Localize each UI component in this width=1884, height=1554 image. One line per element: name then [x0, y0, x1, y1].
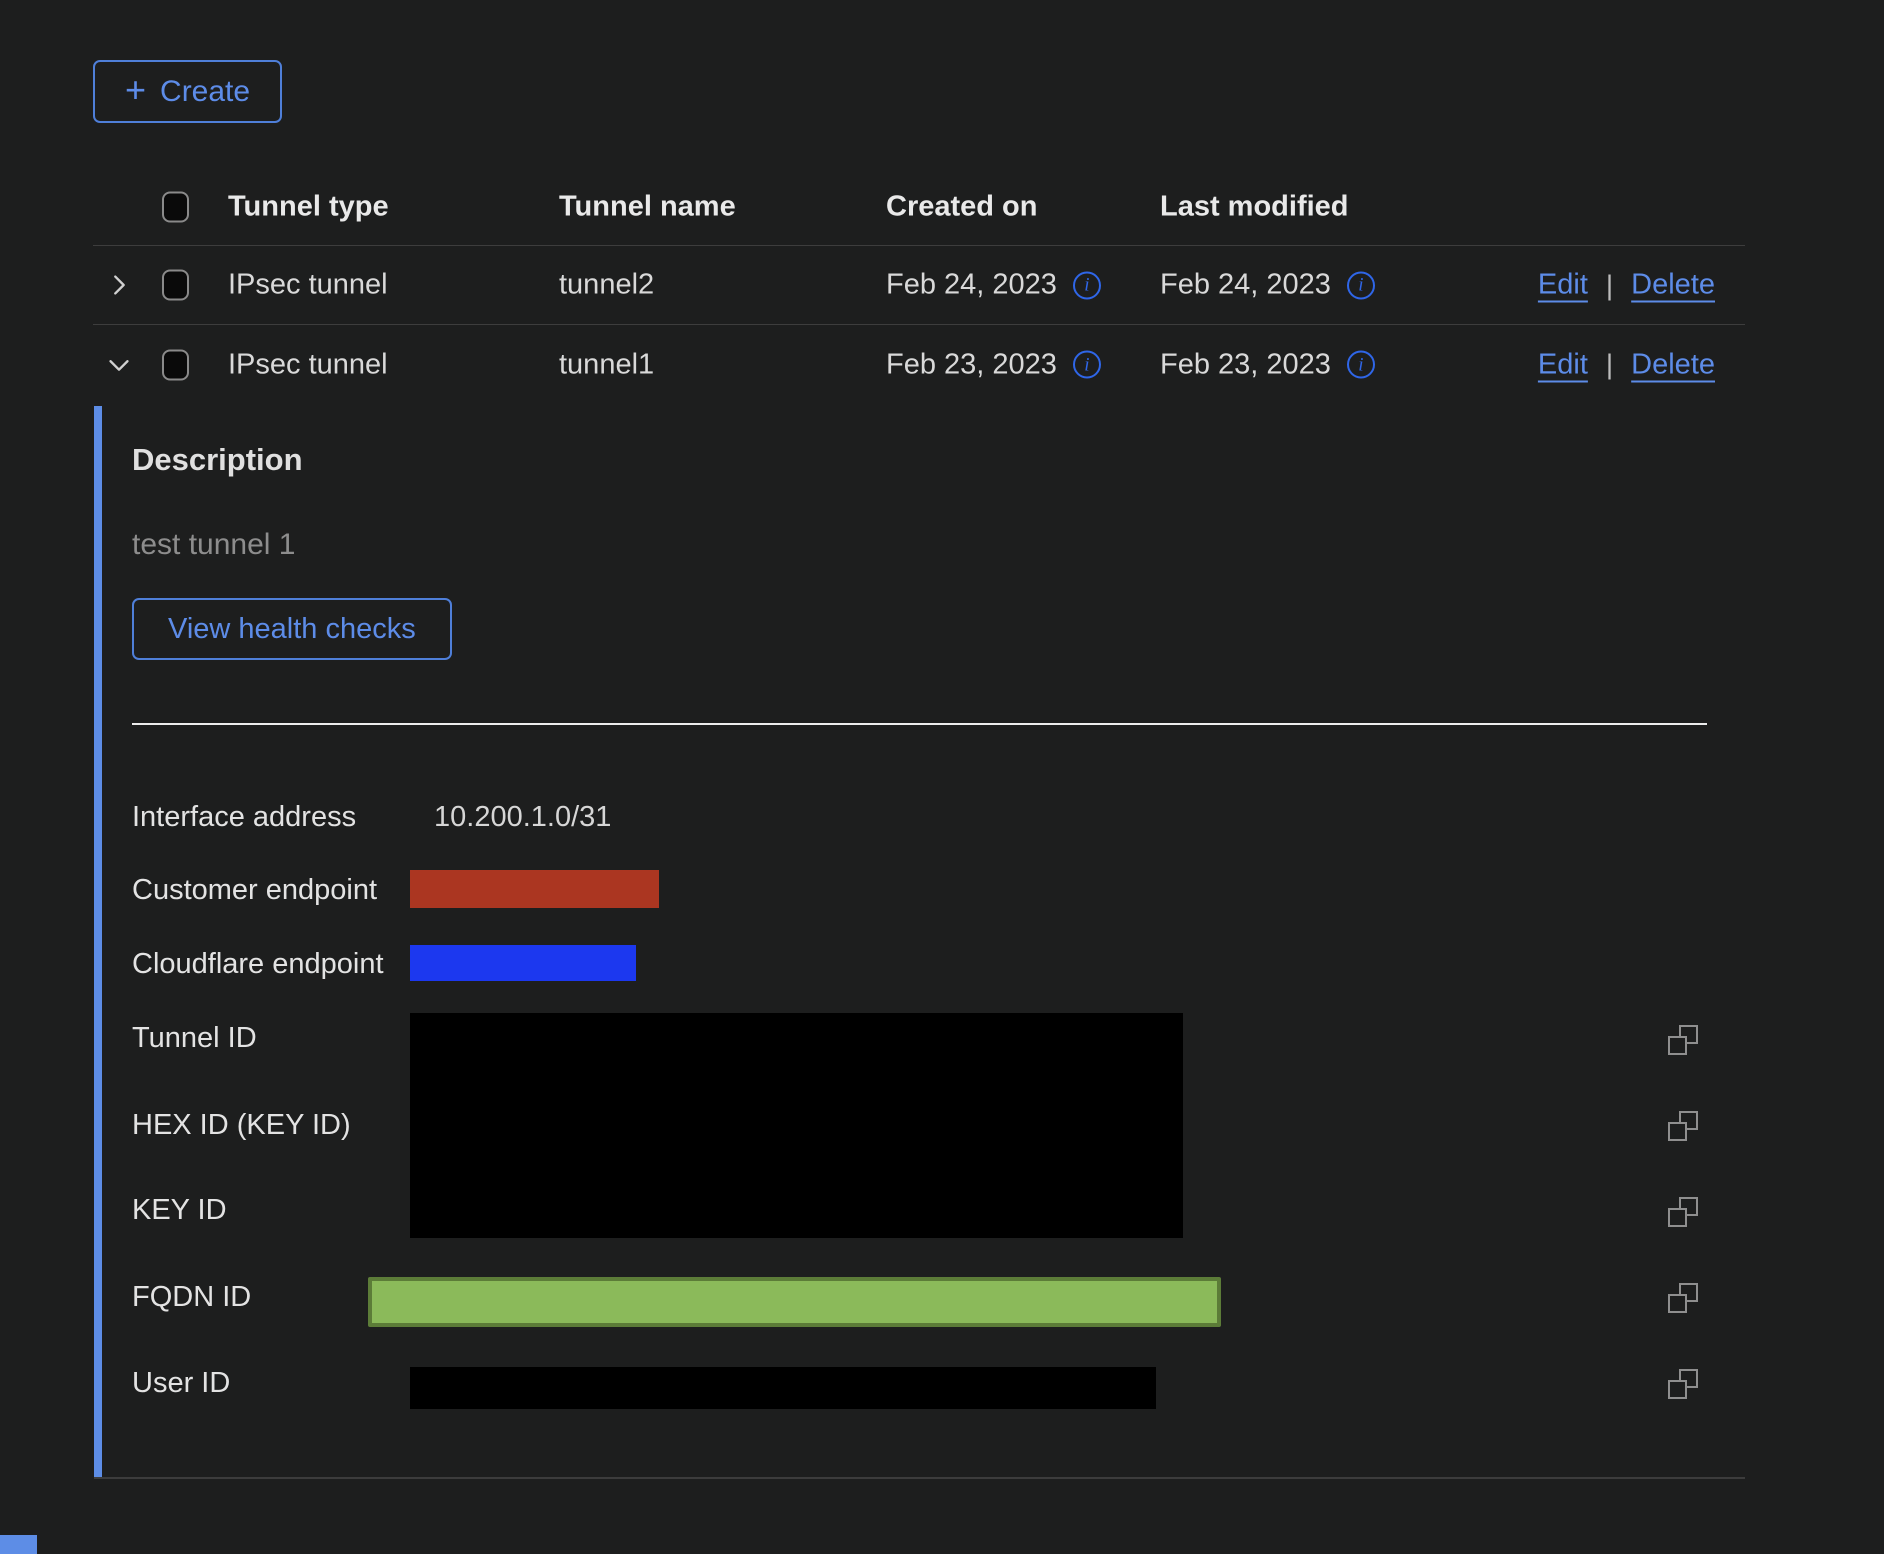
tunnel-id-label: Tunnel ID [132, 1022, 257, 1055]
expanded-row-indicator-bar [94, 406, 102, 1478]
tunnel-ids-redaction [410, 1013, 1183, 1238]
key-id-label: KEY ID [132, 1194, 227, 1227]
table-bottom-divider [94, 1477, 1745, 1479]
fqdn-id-redaction [368, 1277, 1221, 1327]
interface-address-label: Interface address [132, 801, 356, 834]
customer-endpoint-label: Customer endpoint [132, 874, 377, 907]
copy-icon-front [1668, 1294, 1687, 1313]
header-created-on: Created on [886, 190, 1037, 223]
chevron-down-icon[interactable] [101, 350, 137, 380]
tunnel-name-cell: tunnel1 [559, 348, 654, 381]
select-all-checkbox[interactable] [162, 191, 189, 222]
view-health-checks-label: View health checks [168, 613, 416, 646]
clipped-blue-element [0, 1535, 37, 1554]
last-modified-value: Feb 24, 2023 [1160, 269, 1331, 302]
row-checkbox[interactable] [162, 349, 189, 380]
copy-icon[interactable] [1668, 1025, 1698, 1055]
copy-icon-front [1668, 1380, 1687, 1399]
table-row: IPsec tunnel tunnel1 Feb 23, 2023 i Feb … [93, 325, 1745, 404]
info-icon[interactable]: i [1347, 271, 1375, 299]
hex-id-label: HEX ID (KEY ID) [132, 1109, 351, 1142]
copy-icon[interactable] [1668, 1369, 1698, 1399]
view-health-checks-button[interactable]: View health checks [132, 598, 452, 660]
cloudflare-endpoint-label: Cloudflare endpoint [132, 948, 384, 981]
chevron-right-icon[interactable] [101, 270, 137, 300]
last-modified-value: Feb 23, 2023 [1160, 348, 1331, 381]
tunnel-type-cell: IPsec tunnel [228, 269, 388, 302]
fqdn-id-label: FQDN ID [132, 1281, 251, 1314]
header-tunnel-name: Tunnel name [559, 190, 736, 223]
copy-icon[interactable] [1668, 1197, 1698, 1227]
user-id-redaction [410, 1367, 1156, 1409]
tunnel-name-cell: tunnel2 [559, 269, 654, 302]
table-header-row: Tunnel type Tunnel name Created on Last … [93, 168, 1745, 246]
panel-divider [132, 723, 1707, 725]
copy-icon-front [1668, 1122, 1687, 1141]
tunnel-type-cell: IPsec tunnel [228, 348, 388, 381]
action-separator: | [1606, 349, 1613, 381]
header-tunnel-type: Tunnel type [228, 190, 389, 223]
copy-icon-front [1668, 1208, 1687, 1227]
info-icon[interactable]: i [1073, 271, 1101, 299]
copy-icon[interactable] [1668, 1111, 1698, 1141]
table-row: IPsec tunnel tunnel2 Feb 24, 2023 i Feb … [93, 246, 1745, 325]
info-icon[interactable]: i [1073, 351, 1101, 379]
delete-link[interactable]: Delete [1631, 269, 1715, 302]
created-on-value: Feb 23, 2023 [886, 348, 1057, 381]
edit-link[interactable]: Edit [1538, 348, 1588, 381]
cloudflare-endpoint-redaction [410, 945, 636, 981]
info-icon[interactable]: i [1347, 351, 1375, 379]
description-text: test tunnel 1 [132, 528, 295, 562]
edit-link[interactable]: Edit [1538, 269, 1588, 302]
action-separator: | [1606, 269, 1613, 301]
create-button-label: Create [160, 75, 250, 109]
copy-icon[interactable] [1668, 1283, 1698, 1313]
created-on-value: Feb 24, 2023 [886, 269, 1057, 302]
user-id-label: User ID [132, 1367, 230, 1400]
customer-endpoint-redaction [410, 870, 659, 908]
create-button[interactable]: + Create [93, 60, 282, 123]
header-last-modified: Last modified [1160, 190, 1349, 223]
delete-link[interactable]: Delete [1631, 348, 1715, 381]
description-label: Description [132, 442, 303, 478]
tunnel-table: Tunnel type Tunnel name Created on Last … [93, 168, 1745, 404]
interface-address-value: 10.200.1.0/31 [434, 801, 611, 834]
copy-icon-front [1668, 1036, 1687, 1055]
plus-icon: + [125, 72, 146, 108]
row-checkbox[interactable] [162, 270, 189, 301]
